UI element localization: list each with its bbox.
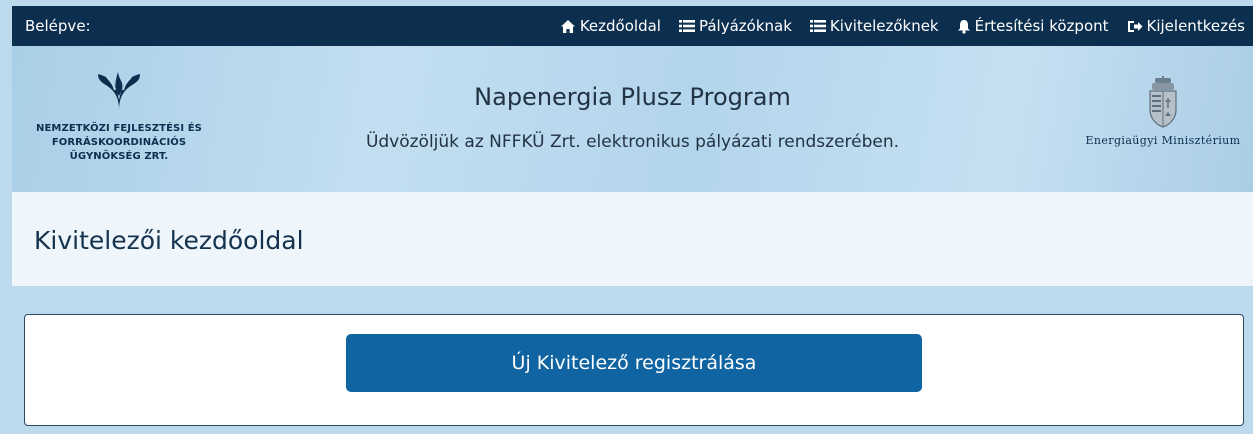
nav-applicants[interactable]: Pályázóknak <box>678 17 792 35</box>
sign-out-icon <box>1127 20 1143 32</box>
nav-contractors[interactable]: Kivitelezőknek <box>809 17 939 35</box>
nav-contractors-label: Kivitelezőknek <box>829 17 939 35</box>
home-icon <box>560 19 575 33</box>
coat-of-arms-icon <box>1149 76 1177 128</box>
logged-in-label: Belépve: <box>25 17 91 35</box>
page-header: Kivitelezői kezdőoldal <box>12 192 1253 286</box>
org-name-line3: ÜGYNÖKSÉG ZRT. <box>69 151 169 162</box>
list-icon <box>678 20 695 32</box>
site-header: NEMZETKÖZI FEJLESZTÉSI ÉS FORRÁSKOORDINÁ… <box>12 46 1253 192</box>
register-contractor-button[interactable]: Új Kivitelező regisztrálása <box>346 334 922 392</box>
ministry-logo[interactable]: Energiaügyi Minisztérium <box>1083 76 1243 147</box>
program-subtitle: Üdvözöljük az NFFKÜ Zrt. elektronikus pá… <box>365 132 900 152</box>
list-icon <box>809 20 826 32</box>
bell-icon <box>957 19 970 34</box>
program-title: Napenergia Plusz Program <box>474 83 791 111</box>
nav-logout-label: Kijelentkezés <box>1146 17 1245 35</box>
top-navigation-bar: Belépve: Kezdőoldal Pályázóknak Kivitele… <box>12 6 1253 46</box>
nav-logout[interactable]: Kijelentkezés <box>1127 17 1245 35</box>
nav-applicants-label: Pályázóknak <box>698 17 792 35</box>
nav-notifications[interactable]: Értesítési központ <box>957 17 1109 35</box>
main-nav: Kezdőoldal Pályázóknak Kivitelezőknek Ér… <box>542 6 1245 46</box>
nav-notifications-label: Értesítési központ <box>974 17 1109 35</box>
page-title: Kivitelezői kezdőoldal <box>34 226 304 255</box>
nav-home[interactable]: Kezdőoldal <box>560 17 661 35</box>
content-panel: Új Kivitelező regisztrálása <box>24 314 1244 426</box>
ministry-name: Energiaügyi Minisztérium <box>1085 134 1241 147</box>
nav-home-label: Kezdőoldal <box>579 17 661 35</box>
